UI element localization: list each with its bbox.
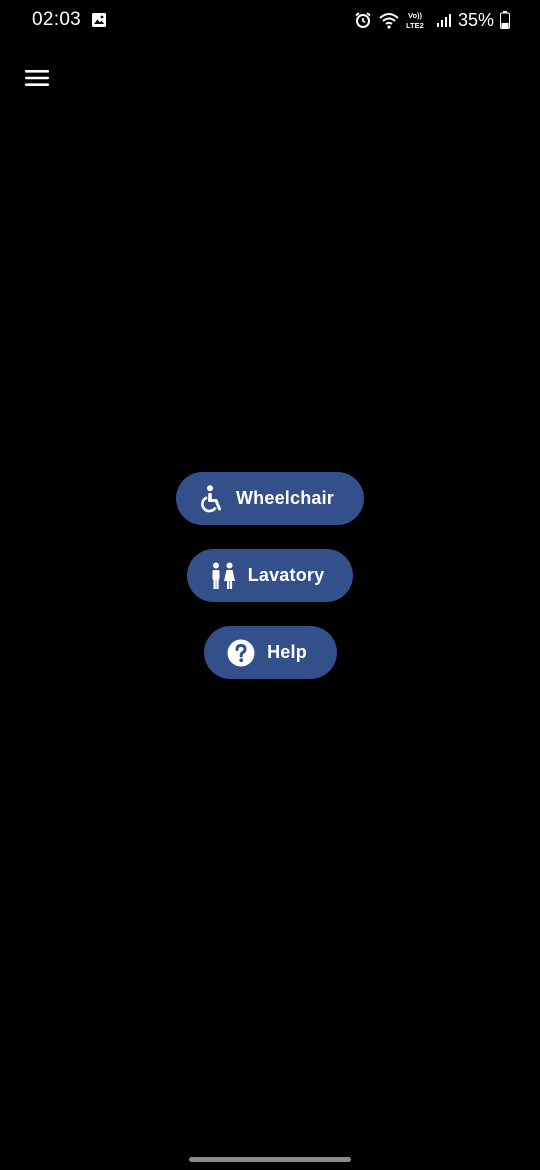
action-button-group: Wheelchair Lavatory Help	[0, 472, 540, 679]
help-button[interactable]: Help	[203, 626, 337, 679]
status-bar-left: 02:03	[32, 9, 107, 31]
wheelchair-label: Wheelchair	[235, 488, 335, 508]
help-circle-icon	[227, 639, 255, 667]
gesture-navigation-bar[interactable]	[189, 1157, 351, 1162]
alarm-icon	[354, 11, 372, 29]
wheelchair-icon	[200, 484, 224, 513]
signal-icon	[436, 12, 452, 28]
lavatory-button[interactable]: Lavatory	[187, 549, 353, 602]
menu-button[interactable]	[18, 62, 56, 94]
lavatory-label: Lavatory	[247, 565, 325, 585]
status-bar: 02:03 Vo)) LTE2 35%	[0, 0, 540, 40]
wheelchair-button[interactable]: Wheelchair	[176, 472, 364, 525]
volte-top-label: Vo))	[408, 11, 423, 20]
app-screen: 02:03 Vo)) LTE2 35% Wheelchair Lavatory …	[0, 0, 540, 1170]
gallery-notification-icon	[91, 12, 107, 28]
battery-percent: 35%	[457, 9, 494, 30]
status-time: 02:03	[32, 9, 82, 30]
status-bar-right: Vo)) LTE2 35%	[354, 10, 510, 31]
wifi-icon	[378, 11, 400, 29]
volte-icon: Vo)) LTE2	[406, 10, 430, 30]
battery-icon	[500, 11, 510, 29]
restroom-icon	[210, 562, 236, 590]
help-label: Help	[267, 642, 307, 662]
volte-bottom-label: LTE2	[406, 21, 424, 30]
hamburger-menu-icon	[24, 68, 50, 88]
